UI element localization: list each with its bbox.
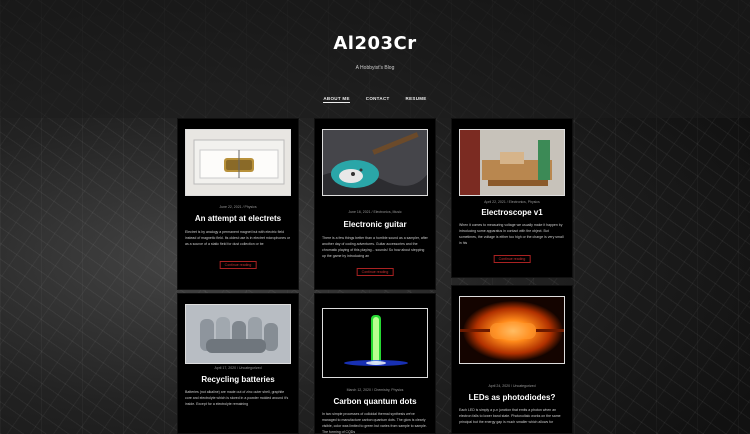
post-card: April 24, 2020 / Uncategorized LEDs as p… [451, 285, 573, 434]
continue-reading-button[interactable]: Continue reading [493, 255, 531, 263]
post-thumbnail-leds[interactable] [459, 296, 565, 364]
post-meta: April 24, 2020 / Uncategorized [488, 384, 536, 388]
post-excerpt: In two simple processes of colloidal the… [322, 412, 427, 434]
site-header: Al203Cr A Hobbyist's Blog ABOUT ME CONTA… [0, 0, 750, 118]
site-title[interactable]: Al203Cr [0, 33, 750, 54]
post-excerpt: Electret is by analogy a permanent magne… [185, 230, 291, 246]
post-title[interactable]: Electronic guitar [319, 220, 431, 229]
post-card: June 22, 2021 / Physics An attempt at el… [177, 118, 299, 290]
post-meta: April 22, 2021 / Electronics, Physics [484, 200, 540, 204]
main-nav: ABOUT ME CONTACT RESUME [0, 96, 750, 103]
nav-item-about-me[interactable]: ABOUT ME [323, 96, 350, 103]
post-meta: April 17, 2020 / Uncategorized [214, 366, 262, 370]
post-title[interactable]: An attempt at electrets [182, 214, 294, 223]
post-card: March 12, 2020 / Chemistry, Physics Carb… [314, 293, 436, 434]
post-excerpt: Each LED is simply a p-n junction that e… [459, 408, 561, 424]
post-meta: June 22, 2021 / Physics [219, 205, 257, 209]
post-card: April 22, 2021 / Electronics, Physics El… [451, 118, 573, 278]
post-excerpt: When it comes to measuring voltage we us… [459, 223, 564, 245]
post-excerpt: There is a few things better than a horr… [322, 236, 428, 258]
post-title[interactable]: LEDs as photodiodes? [456, 393, 568, 402]
nav-item-contact[interactable]: CONTACT [366, 96, 390, 103]
post-card: April 17, 2020 / Uncategorized Recycling… [177, 293, 299, 434]
post-title[interactable]: Electroscope v1 [456, 208, 568, 217]
post-meta: March 12, 2020 / Chemistry, Physics [346, 388, 404, 392]
continue-reading-button[interactable]: Continue reading [356, 268, 394, 276]
post-meta: June 16, 2021 / Electronics, Music [348, 210, 402, 214]
post-excerpt: Batteries (not alkaline) are made out of… [185, 390, 289, 406]
site-tagline: A Hobbyist's Blog [355, 65, 395, 71]
post-card: June 16, 2021 / Electronics, Music Elect… [314, 118, 436, 290]
post-thumbnail-batteries[interactable] [185, 304, 291, 364]
post-thumbnail-electrets[interactable] [185, 129, 291, 196]
post-title[interactable]: Carbon quantum dots [319, 397, 431, 406]
nav-item-resume[interactable]: RESUME [406, 96, 427, 103]
post-thumbnail-quantum-dots[interactable] [322, 308, 428, 378]
post-thumbnail-electroscope[interactable] [459, 129, 565, 196]
post-thumbnail-guitar[interactable] [322, 129, 428, 196]
post-title[interactable]: Recycling batteries [182, 375, 294, 384]
continue-reading-button[interactable]: Continue reading [219, 261, 257, 269]
